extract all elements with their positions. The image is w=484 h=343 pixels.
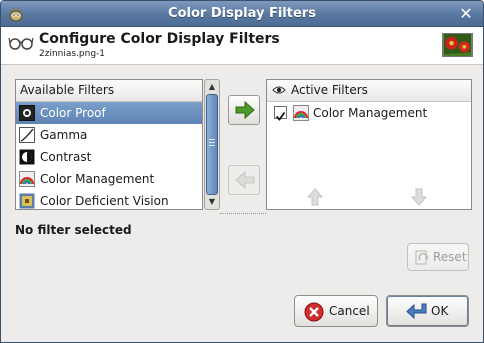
filter-item-color-proof[interactable]: Color Proof: [16, 102, 202, 124]
active-filter-label: Color Management: [313, 106, 428, 120]
visibility-checkbox[interactable]: [274, 106, 287, 121]
cancel-button[interactable]: Cancel: [294, 295, 378, 327]
scrollbar-thumb[interactable]: [206, 94, 218, 195]
contrast-icon: [19, 149, 35, 165]
move-down-icon[interactable]: [411, 188, 427, 206]
arrow-right-icon: [235, 101, 255, 119]
active-filters-list[interactable]: Active Filters Color Management: [266, 79, 472, 210]
available-filters-scrollbar[interactable]: ▲ ▼: [204, 79, 220, 210]
cancel-icon: [304, 302, 324, 322]
separator: [220, 213, 266, 215]
scroll-down-icon[interactable]: ▼: [205, 196, 219, 208]
dialog-window: Color Display Filters ✕ Configure Color …: [0, 0, 484, 343]
filter-item-label: Color Proof: [40, 106, 106, 120]
reset-icon: [415, 250, 428, 265]
ok-button[interactable]: OK: [386, 295, 469, 327]
scroll-up-icon[interactable]: ▲: [205, 81, 219, 93]
filter-item-color-management[interactable]: Color Management: [16, 168, 202, 190]
filter-item-label: Color Management: [40, 172, 155, 186]
filter-item-label: Color Deficient Vision: [40, 194, 169, 208]
available-filters-header[interactable]: Available Filters: [16, 80, 202, 102]
filter-item-label: Gamma: [40, 128, 88, 142]
filter-item-label: Contrast: [40, 150, 92, 164]
reset-label: Reset: [433, 250, 467, 264]
color-management-icon: [293, 105, 309, 121]
glasses-icon: [8, 37, 34, 50]
dialog-header: Configure Color Display Filters 2zinnias…: [1, 27, 483, 65]
active-filters-title: Active Filters: [291, 83, 368, 97]
move-up-icon[interactable]: [307, 188, 323, 206]
checkmark-icon: [275, 111, 286, 121]
active-filter-item-color-management[interactable]: Color Management: [267, 102, 471, 124]
filter-item-color-deficient-vision[interactable]: Color Deficient Vision: [16, 190, 202, 212]
gamma-icon: [19, 127, 35, 143]
add-filter-button[interactable]: [228, 95, 260, 125]
filter-item-contrast[interactable]: Contrast: [16, 146, 202, 168]
enter-arrow-icon: [406, 303, 427, 320]
color-management-icon: [19, 171, 35, 187]
ok-label: OK: [431, 304, 449, 318]
titlebar[interactable]: Color Display Filters ✕: [1, 1, 483, 27]
image-name: 2zinnias.png-1: [39, 49, 106, 59]
active-filters-header[interactable]: Active Filters: [267, 80, 471, 102]
eye-icon: [272, 86, 286, 94]
color-deficient-vision-icon: [19, 193, 35, 209]
dialog-heading: Configure Color Display Filters: [39, 31, 280, 47]
remove-filter-button[interactable]: [228, 165, 260, 195]
color-proof-icon: [19, 105, 35, 121]
status-text: No filter selected: [15, 223, 132, 237]
reset-button[interactable]: Reset: [407, 243, 469, 271]
image-thumbnail: [442, 33, 473, 57]
available-filters-list[interactable]: Available Filters Color Proof Gamma Cont…: [15, 79, 203, 210]
filter-item-gamma[interactable]: Gamma: [16, 124, 202, 146]
close-icon[interactable]: ✕: [457, 5, 475, 23]
cancel-label: Cancel: [329, 304, 370, 318]
arrow-left-icon: [235, 171, 255, 189]
window-title: Color Display Filters: [168, 6, 316, 21]
